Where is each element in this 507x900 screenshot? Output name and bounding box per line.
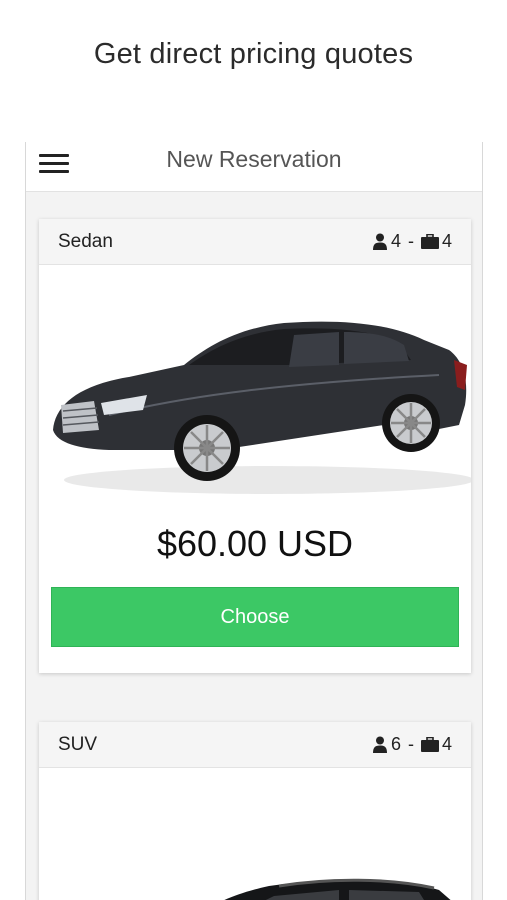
passenger-icon	[372, 736, 387, 753]
vehicle-capacity: 6 - 4	[372, 734, 452, 755]
luggage-icon	[420, 737, 439, 752]
app-screen: New Reservation Sedan 4 - 4 $60.00 USD C…	[25, 142, 483, 900]
capacity-separator: -	[407, 734, 414, 754]
vehicle-name: Sedan	[58, 230, 113, 252]
luggage-count: 4	[441, 231, 452, 251]
luggage-icon	[420, 234, 439, 249]
vehicle-card-header: Sedan 4 - 4	[39, 219, 471, 265]
choose-sedan-button[interactable]: Choose	[51, 587, 459, 647]
passenger-count: 6	[390, 734, 401, 754]
vehicle-name: SUV	[58, 733, 98, 755]
vehicle-card-header: SUV 6 - 4	[39, 722, 471, 768]
vehicle-capacity: 4 - 4	[372, 231, 452, 252]
vehicle-card-sedan: Sedan 4 - 4 $60.00 USD Choose	[39, 219, 474, 673]
passenger-icon	[372, 233, 387, 250]
page-headline: Get direct pricing quotes	[93, 38, 414, 70]
luggage-count: 4	[441, 734, 452, 754]
navigation-bar: New Reservation	[26, 142, 482, 192]
nav-title: New Reservation	[166, 146, 342, 172]
sedan-car-image	[39, 265, 474, 519]
capacity-separator: -	[407, 231, 414, 251]
suv-car-image	[39, 768, 471, 900]
passenger-count: 4	[390, 231, 401, 251]
vehicle-card-suv: SUV 6 - 4	[39, 722, 471, 900]
vehicle-price: $60.00 USD	[156, 523, 354, 564]
